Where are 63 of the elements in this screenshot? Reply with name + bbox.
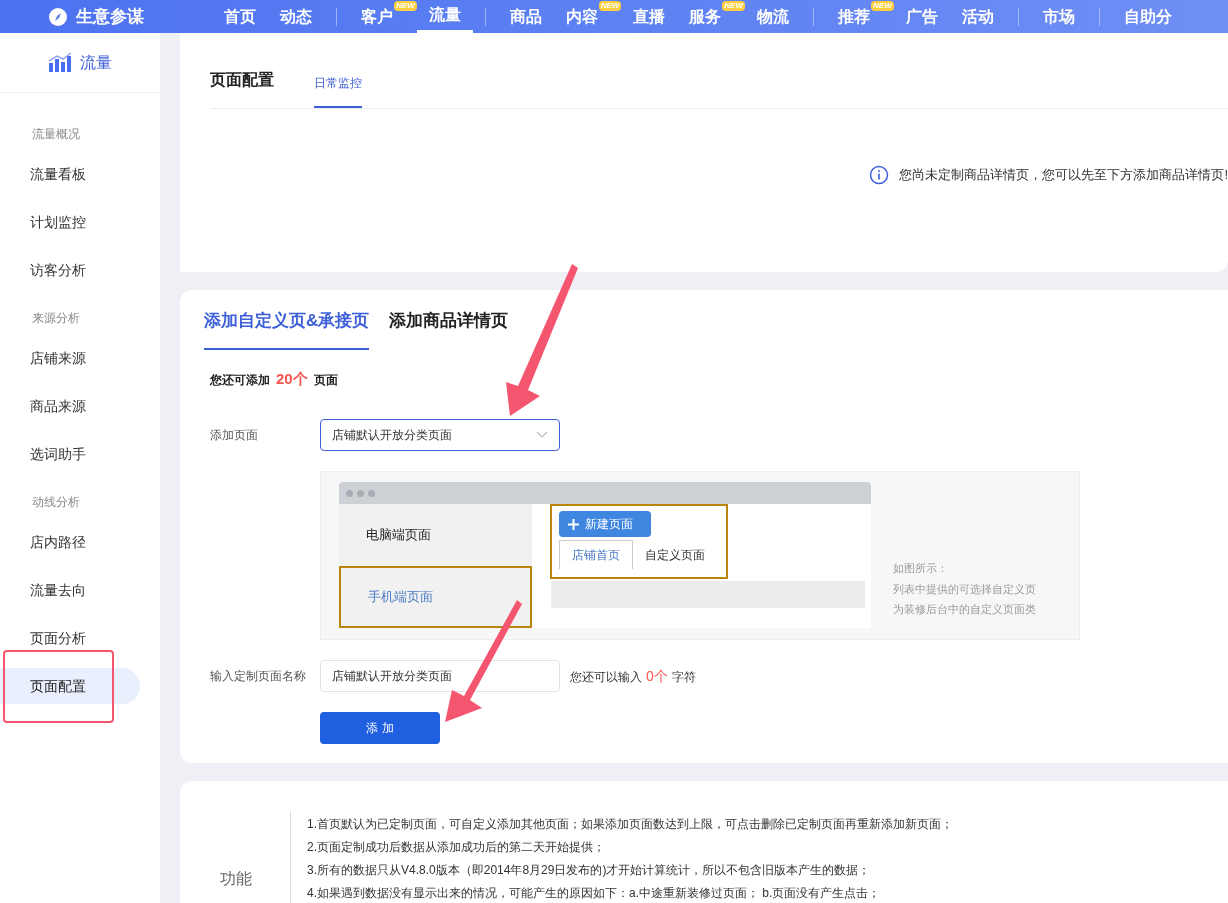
quota-count: 20个 <box>276 368 308 389</box>
sidebar-item[interactable]: 访客分析 <box>0 252 140 288</box>
field-label: 输入定制页面名称 <box>210 668 307 685</box>
nav-link[interactable]: 动态 <box>268 0 324 33</box>
add-button[interactable]: 添 加 <box>320 712 440 744</box>
tab[interactable]: 日常监控 <box>314 74 362 108</box>
note-text: 4.如果遇到数据没有显示出来的情况，可能产生的原因如下：a.中途重新装修过页面； b.页面没有产生点击； <box>307 885 882 902</box>
quota-text: 页面 <box>313 371 338 389</box>
nav-link[interactable]: 推荐 <box>826 0 871 33</box>
sidebar-item[interactable]: 店铺来源 <box>0 340 140 376</box>
nav-link[interactable]: 客户 <box>349 0 394 33</box>
note-text: 3.所有的数据只从V4.8.0版本（即2014年8月29日发布的)才开始计算统计，所以不包含旧版本产生的数据； <box>307 862 872 879</box>
sidebar-item[interactable]: 商品来源 <box>0 388 140 424</box>
group-label: 来源分析 <box>31 310 81 327</box>
nav-link[interactable]: 商品 <box>497 0 554 33</box>
sidebar-item[interactable]: 流量去向 <box>0 572 140 608</box>
sidebar-item[interactable]: 流量看板 <box>0 156 140 192</box>
caption-text: 为装修后台中的自定义页面类 <box>893 602 1036 617</box>
caption-text: 列表中提供的可选择自定义页 <box>893 581 1036 597</box>
new-badge: NEW <box>871 1 894 11</box>
nav-link[interactable]: 物流 <box>745 0 801 33</box>
nav-link[interactable]: 广告 <box>893 0 950 33</box>
tab[interactable]: 添加商品详情页 <box>389 308 509 350</box>
page-title: 页面配置 <box>210 70 274 90</box>
mock-tab-label: 店铺首页 <box>559 540 633 569</box>
plus-icon <box>568 518 579 530</box>
group-label: 动线分析 <box>31 494 81 511</box>
quota-text: 您还可添加 <box>210 371 270 389</box>
field-label: 添加页面 <box>210 427 259 444</box>
notes-title: 功能 <box>220 869 253 889</box>
sidebar-item[interactable]: 页面配置 <box>0 668 140 704</box>
nav-link[interactable]: 活动 <box>949 0 1006 33</box>
note-text: 2.页面定制成功后数据从添加成功后的第二天开始提供； <box>307 839 606 856</box>
nav-link[interactable]: 直播 <box>621 0 678 33</box>
compass-icon <box>48 6 68 27</box>
nav-link[interactable]: 市场 <box>1030 0 1087 33</box>
sidebar-item[interactable]: 页面分析 <box>0 620 140 656</box>
nav-link[interactable]: 内容 <box>553 0 599 33</box>
brand-name: 生意参谋 <box>76 5 144 28</box>
sidebar-item[interactable]: 计划监控 <box>0 204 140 240</box>
nav-link[interactable]: 服务 <box>677 0 723 33</box>
hint-text: 您还可以输入 <box>570 668 642 686</box>
tab[interactable]: 添加自定义页&承接页 <box>204 308 370 350</box>
nav-link[interactable]: 自助分 <box>1111 0 1184 33</box>
name-input[interactable]: 店铺默认开放分类页面 <box>320 660 560 692</box>
new-badge: NEW <box>598 1 622 11</box>
page-dropdown[interactable]: 店铺默认开放分类页面 <box>320 419 560 451</box>
note-text: 1.首页默认为已定制页面，可自定义添加其他页面；如果添加页面数达到上限，可点击删除已定制页面再重新添加新页面； <box>307 816 953 833</box>
info-icon <box>869 165 890 185</box>
new-badge: NEW <box>722 1 745 11</box>
sidebar-item[interactable]: 店内路径 <box>0 524 140 560</box>
hint-text: 字符 <box>671 668 696 686</box>
new-badge: NEW <box>394 1 417 11</box>
sidebar-item[interactable]: 选词助手 <box>0 436 140 472</box>
bar-chart-icon <box>48 52 72 73</box>
mock-tab-label: 自定义页面 <box>644 546 706 564</box>
section-title: 流量 <box>80 52 112 73</box>
caret-icon <box>536 431 548 439</box>
nav-link[interactable]: 首页 <box>212 0 268 33</box>
hint-count: 0个 <box>646 666 668 686</box>
notice-text: 您尚未定制商品详情页，您可以先至下方添加商品详情页! <box>899 166 1228 185</box>
caption-text: 如图所示： <box>893 561 949 576</box>
group-label: 流量概况 <box>31 126 81 143</box>
